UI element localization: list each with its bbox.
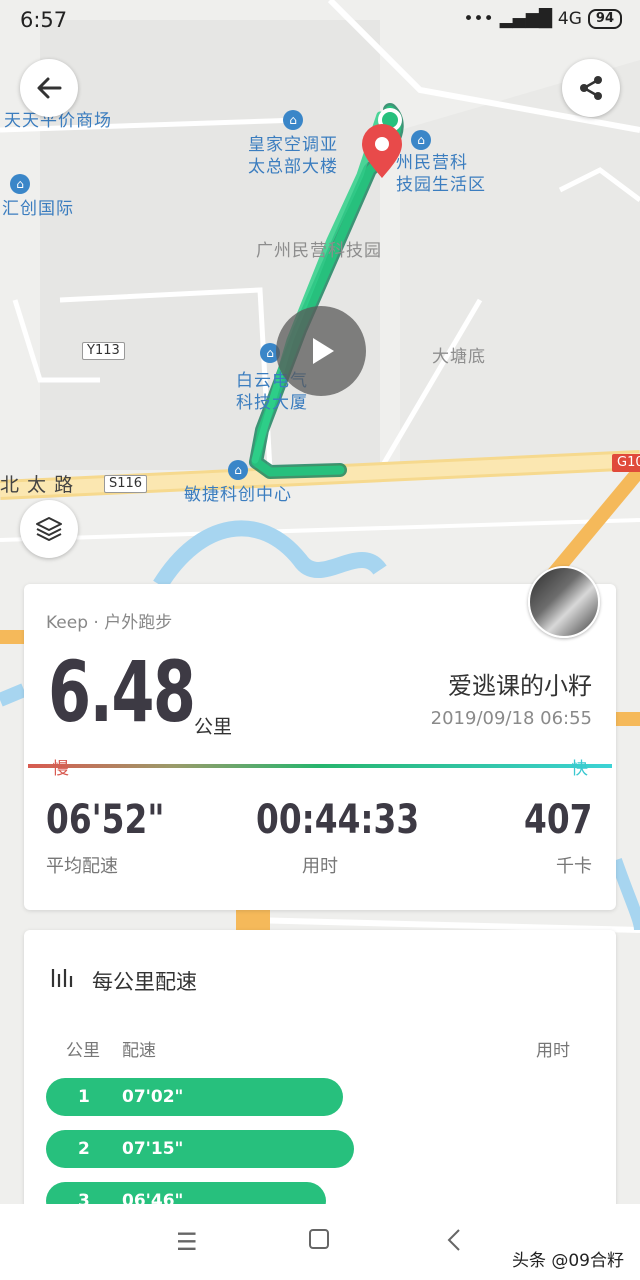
duration-label: 用时 [302, 856, 338, 877]
avg-pace-label: 平均配速 [46, 856, 118, 877]
km-splits-card: 每公里配速 公里 配速 用时 1 07'02" 2 07'15" 3 06'46… [24, 930, 616, 1230]
poi-building-icon: ⌂ [228, 460, 248, 480]
share-icon [580, 76, 602, 100]
duration-value: 00:44:33 [256, 797, 420, 843]
split-row: 2 07'15" [46, 1130, 354, 1168]
play-replay-button[interactable] [276, 306, 366, 396]
map-label-building1: 皇家空调亚 太总部大楼 [248, 135, 338, 177]
map-label-huichuang: 汇创国际 [2, 199, 74, 219]
split-km: 2 [78, 1139, 90, 1159]
run-summary-card: Keep · 户外跑步 6.48 公里 爱逃课的小籽 2019/09/18 06… [24, 566, 616, 910]
calories-label: 千卡 [556, 856, 592, 877]
road-sign-y113: Y113 [82, 342, 125, 360]
status-icons: ••• ▂▄▆█ 4G 94 [464, 9, 622, 29]
share-button[interactable] [562, 59, 620, 117]
status-time: 6:57 [20, 8, 68, 32]
split-pace: 07'02" [122, 1087, 184, 1107]
split-pace: 07'15" [122, 1139, 184, 1159]
signal-icon: ▂▄▆█ [499, 9, 552, 29]
splits-title: 每公里配速 [92, 970, 197, 994]
distance-unit: 公里 [194, 716, 233, 738]
split-row: 1 07'02" [46, 1078, 343, 1116]
menu-icon[interactable]: ☰ [176, 1228, 198, 1256]
poi-building-icon: ⌂ [283, 110, 303, 130]
road-sign-s116: S116 [104, 475, 148, 493]
col-time-header: 用时 [536, 1041, 570, 1061]
slow-label: 慢 [52, 759, 69, 779]
col-km-header: 公里 [66, 1041, 100, 1061]
col-pace-header: 配速 [122, 1041, 156, 1061]
calories-value: 407 [523, 797, 592, 843]
pace-gradient-bar [28, 764, 612, 768]
avatar[interactable] [528, 566, 600, 638]
play-icon [313, 338, 334, 364]
poi-building-icon: ⌂ [10, 174, 30, 194]
splits-icon [51, 969, 73, 987]
back-chevron-icon[interactable] [446, 1228, 462, 1258]
avg-pace-value: 06'52" [46, 797, 165, 843]
layers-icon [36, 517, 62, 541]
user-name[interactable]: 爱逃课的小籽 [448, 666, 592, 701]
home-square-icon[interactable] [308, 1228, 330, 1256]
fast-label: 快 [571, 759, 588, 779]
map-label-park: 广州民营科技园 [256, 241, 382, 261]
battery-icon: 94 [587, 9, 622, 29]
road-sign-g10: G10 [612, 454, 640, 472]
poi-building-icon: ⌂ [411, 130, 431, 150]
split-km: 1 [78, 1087, 90, 1107]
watermark-text: 头条 @09合籽 [511, 1251, 624, 1271]
run-datetime: 2019/09/18 06:55 [430, 708, 592, 729]
network-type: 4G [557, 9, 582, 29]
map-label-park-life: 州民营科 技园生活区 [396, 153, 486, 195]
distance-value: 6.48 [48, 643, 196, 741]
map-layers-button[interactable] [20, 500, 78, 558]
activity-source: Keep · 户外跑步 [46, 613, 173, 633]
back-button[interactable] [20, 59, 78, 117]
status-bar: 6:57 ••• ▂▄▆█ 4G 94 [0, 0, 640, 40]
map-label-minjie: 敏捷科创中心 [184, 485, 292, 505]
more-dots-icon: ••• [463, 9, 494, 29]
map-label-road-name: 北 太 路 [0, 474, 75, 496]
arrow-left-icon [37, 77, 62, 99]
map-label-datangdi: 大塘底 [432, 347, 486, 367]
